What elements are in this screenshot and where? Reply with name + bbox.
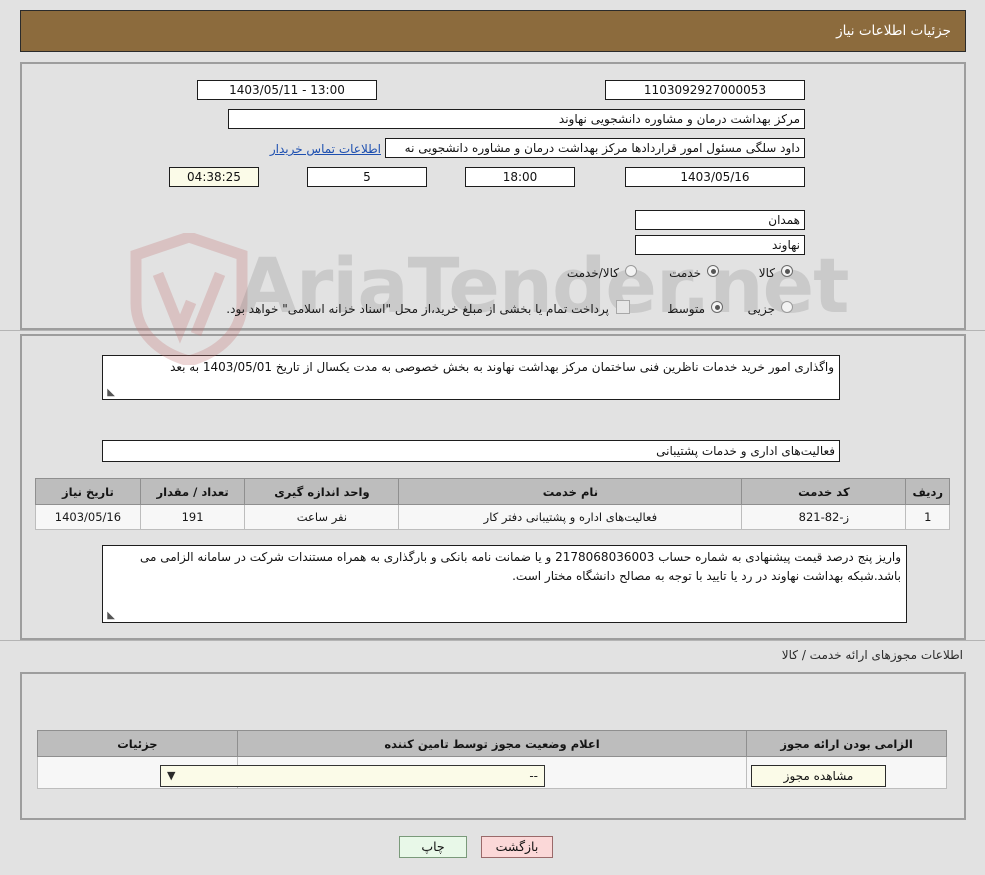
permit-status-select[interactable]: ▼ -- (160, 765, 545, 787)
announce-datetime-field[interactable]: 13:00 - 1403/05/11 (197, 80, 377, 100)
page-root: جزئیات اطلاعات نیاز شماره نیاز: 11030929… (0, 0, 985, 875)
permit-status-value: -- (529, 769, 538, 783)
category-label-goods-service: کالا/خدمت (566, 266, 619, 280)
deadline-date-field[interactable]: 1403/05/16 (625, 167, 805, 187)
th-service-name: نام خدمت (398, 478, 743, 505)
process-label-medium: متوسط (667, 302, 705, 316)
buyer-notes-text: واریز پنج درصد قیمت پیشنهادی به شماره حس… (140, 550, 901, 583)
th-unit: واحد اندازه گیری (244, 478, 400, 505)
cell-service-code: ز-82-821 (741, 504, 907, 530)
th-quantity: تعداد / مقدار (139, 478, 246, 505)
page-title-bar: جزئیات اطلاعات نیاز (20, 10, 966, 52)
cell-unit: نفر ساعت (244, 504, 400, 530)
cell-need-date: 1403/05/16 (35, 504, 141, 530)
service-table-header-row: ردیف کد خدمت نام خدمت واحد اندازه گیری ت… (35, 478, 950, 505)
service-group-field[interactable]: فعالیت‌های اداری و خدمات پشتیبانی (102, 440, 840, 462)
resize-grip-icon[interactable]: ◣ (105, 388, 115, 398)
buyer-notes-textarea[interactable]: واریز پنج درصد قیمت پیشنهادی به شماره حس… (102, 545, 907, 623)
islamic-treasury-checkbox[interactable] (616, 300, 630, 314)
process-radio-minor[interactable] (781, 301, 793, 313)
category-label-service: خدمت (669, 266, 701, 280)
permits-table-header-row: الزامی بودن ارائه مجوز اعلام وضعیت مجوز … (37, 730, 947, 757)
summary-textarea[interactable]: واگذاری امور خرید خدمات ناظرین فنی ساختم… (102, 355, 840, 400)
category-label-goods: کالا (758, 266, 775, 280)
request-creator-field[interactable]: داود سلگی مسئول امور قراردادها مرکز بهدا… (385, 138, 805, 158)
back-button[interactable]: بازگشت (481, 836, 553, 858)
th-service-code: کد خدمت (741, 478, 907, 505)
buyer-contact-link[interactable]: اطلاعات تماس خریدار (270, 142, 381, 156)
service-table: ردیف کد خدمت نام خدمت واحد اندازه گیری ت… (35, 478, 950, 530)
chevron-down-icon: ▼ (167, 769, 176, 782)
need-number-field[interactable]: 1103092927000053 (605, 80, 805, 100)
process-radio-medium[interactable] (711, 301, 723, 313)
delivery-province-field[interactable]: همدان (635, 210, 805, 230)
page-title: جزئیات اطلاعات نیاز (836, 23, 951, 39)
table-row: 1 ز-82-821 فعالیت‌های اداره و پشتیبانی د… (35, 504, 950, 530)
category-radio-service[interactable] (707, 265, 719, 277)
buyer-org-field[interactable]: مرکز بهداشت درمان و مشاوره دانشجویی نهاو… (228, 109, 805, 129)
th-permit-status: اعلام وضعیت مجوز توسط تامین کننده (236, 730, 748, 757)
cell-service-name: فعالیت‌های اداره و پشتیبانی دفتر کار (398, 504, 743, 530)
divider-top (0, 330, 985, 331)
cell-row-no: 1 (905, 504, 950, 530)
view-permit-button[interactable]: مشاهده مجوز (751, 765, 886, 787)
th-row-no: ردیف (905, 478, 950, 505)
process-label-minor: جزیی (747, 302, 775, 316)
category-radio-goods-service[interactable] (625, 265, 637, 277)
delivery-city-field[interactable]: نهاوند (635, 235, 805, 255)
cell-quantity: 191 (139, 504, 246, 530)
summary-text: واگذاری امور خرید خدمات ناظرین فنی ساختم… (170, 360, 834, 374)
divider-mid (0, 640, 985, 641)
print-button[interactable]: چاپ (399, 836, 467, 858)
th-permit-details: جزئیات (37, 730, 238, 757)
th-need-date: تاریخ نیاز (35, 478, 141, 505)
permits-caption: اطلاعات مجوزهای ارائه خدمت / کالا (781, 648, 963, 662)
islamic-treasury-label: پرداخت تمام یا بخشی از مبلغ خرید،از محل … (226, 302, 609, 316)
need-info-panel (20, 62, 966, 330)
resize-grip-icon[interactable]: ◣ (105, 611, 115, 621)
days-remaining-field[interactable]: 5 (307, 167, 427, 187)
th-permit-required: الزامی بودن ارائه مجوز (746, 730, 947, 757)
category-radio-goods[interactable] (781, 265, 793, 277)
countdown-field: 04:38:25 (169, 167, 259, 187)
deadline-time-field[interactable]: 18:00 (465, 167, 575, 187)
